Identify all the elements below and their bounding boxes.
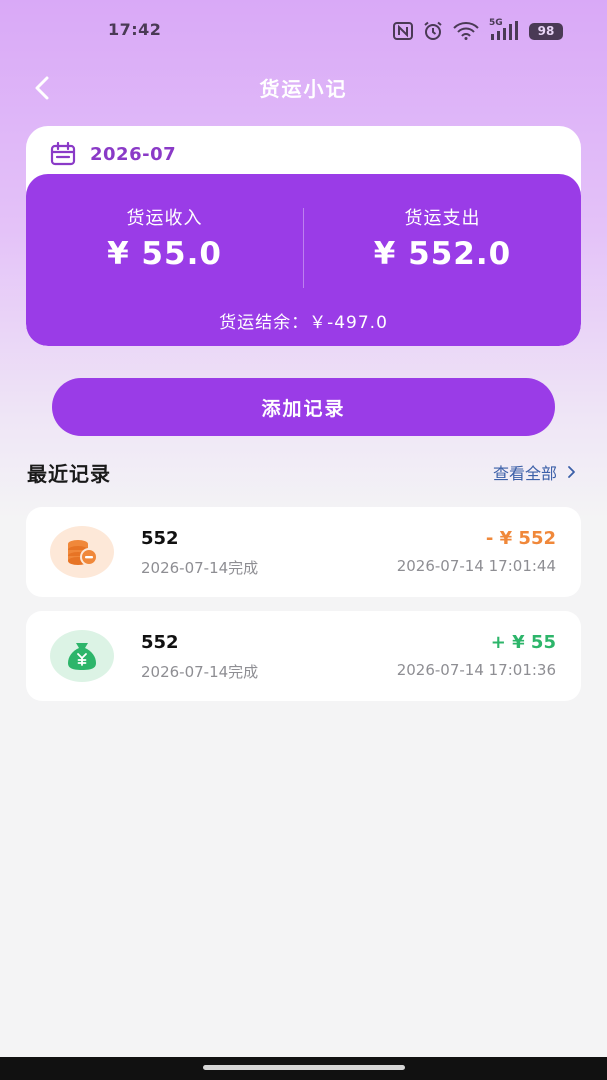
record-time: 2026-07-14 17:01:36 — [396, 661, 556, 679]
income-value: ¥ 55.0 — [107, 236, 222, 272]
home-indicator[interactable] — [203, 1065, 405, 1070]
record-name: 552 — [141, 632, 179, 653]
chevron-right-icon — [568, 466, 575, 478]
system-nav-bar — [0, 1057, 607, 1080]
status-bar: 17:42 5G 98 — [0, 0, 607, 60]
income-summary: 货运收入 ¥ 55.0 — [26, 204, 303, 272]
balance-text: 货运结余：￥-497.0 — [219, 313, 388, 333]
network-type-label: 5G — [489, 18, 503, 28]
view-all-link[interactable]: 查看全部 — [493, 460, 577, 484]
money-bag-icon — [68, 643, 96, 670]
month-picker[interactable]: 2026-07 — [50, 140, 176, 168]
expense-label: 货运支出 — [404, 208, 481, 229]
page-title: 货运小记 — [259, 77, 348, 101]
record-status: 2026-07-14完成 — [141, 663, 259, 681]
record-amount: + ¥ 55 — [490, 632, 556, 653]
status-icons: 5G 98 — [393, 18, 563, 42]
record-amount: - ¥ 552 — [485, 528, 556, 549]
nfc-icon — [393, 22, 413, 40]
summary-card: 2026-07 货运收入 ¥ 55.0 货运支出 ¥ 552.0 货运结余：￥-… — [26, 126, 581, 346]
battery-indicator: 98 — [529, 22, 563, 40]
selected-month: 2026-07 — [90, 143, 177, 165]
cellular-signal-icon: 5G — [489, 18, 519, 41]
income-label: 货运收入 — [126, 208, 203, 229]
expense-summary: 货运支出 ¥ 552.0 — [304, 204, 581, 272]
record-status: 2026-07-14完成 — [141, 559, 259, 577]
expense-record-icon — [50, 526, 114, 578]
coins-minus-icon — [68, 540, 98, 566]
summary-panel: 货运收入 ¥ 55.0 货运支出 ¥ 552.0 货运结余：￥-497.0 — [26, 174, 581, 346]
add-record-button[interactable]: 添加记录 — [52, 378, 555, 436]
income-record-icon — [50, 630, 114, 682]
record-time: 2026-07-14 17:01:44 — [396, 557, 556, 575]
record-item[interactable]: 552 2026-07-14完成 - ¥ 552 2026-07-14 17:0… — [26, 507, 581, 597]
calendar-icon — [50, 142, 76, 166]
record-item[interactable]: 552 2026-07-14完成 + ¥ 55 2026-07-14 17:01… — [26, 611, 581, 701]
view-all-label: 查看全部 — [492, 464, 557, 483]
recent-section-title: 最近记录 — [27, 462, 111, 486]
record-name: 552 — [141, 528, 179, 549]
wifi-icon — [453, 22, 479, 40]
alarm-icon — [423, 21, 443, 41]
status-time: 17:42 — [108, 20, 162, 39]
expense-value: ¥ 552.0 — [373, 236, 512, 272]
